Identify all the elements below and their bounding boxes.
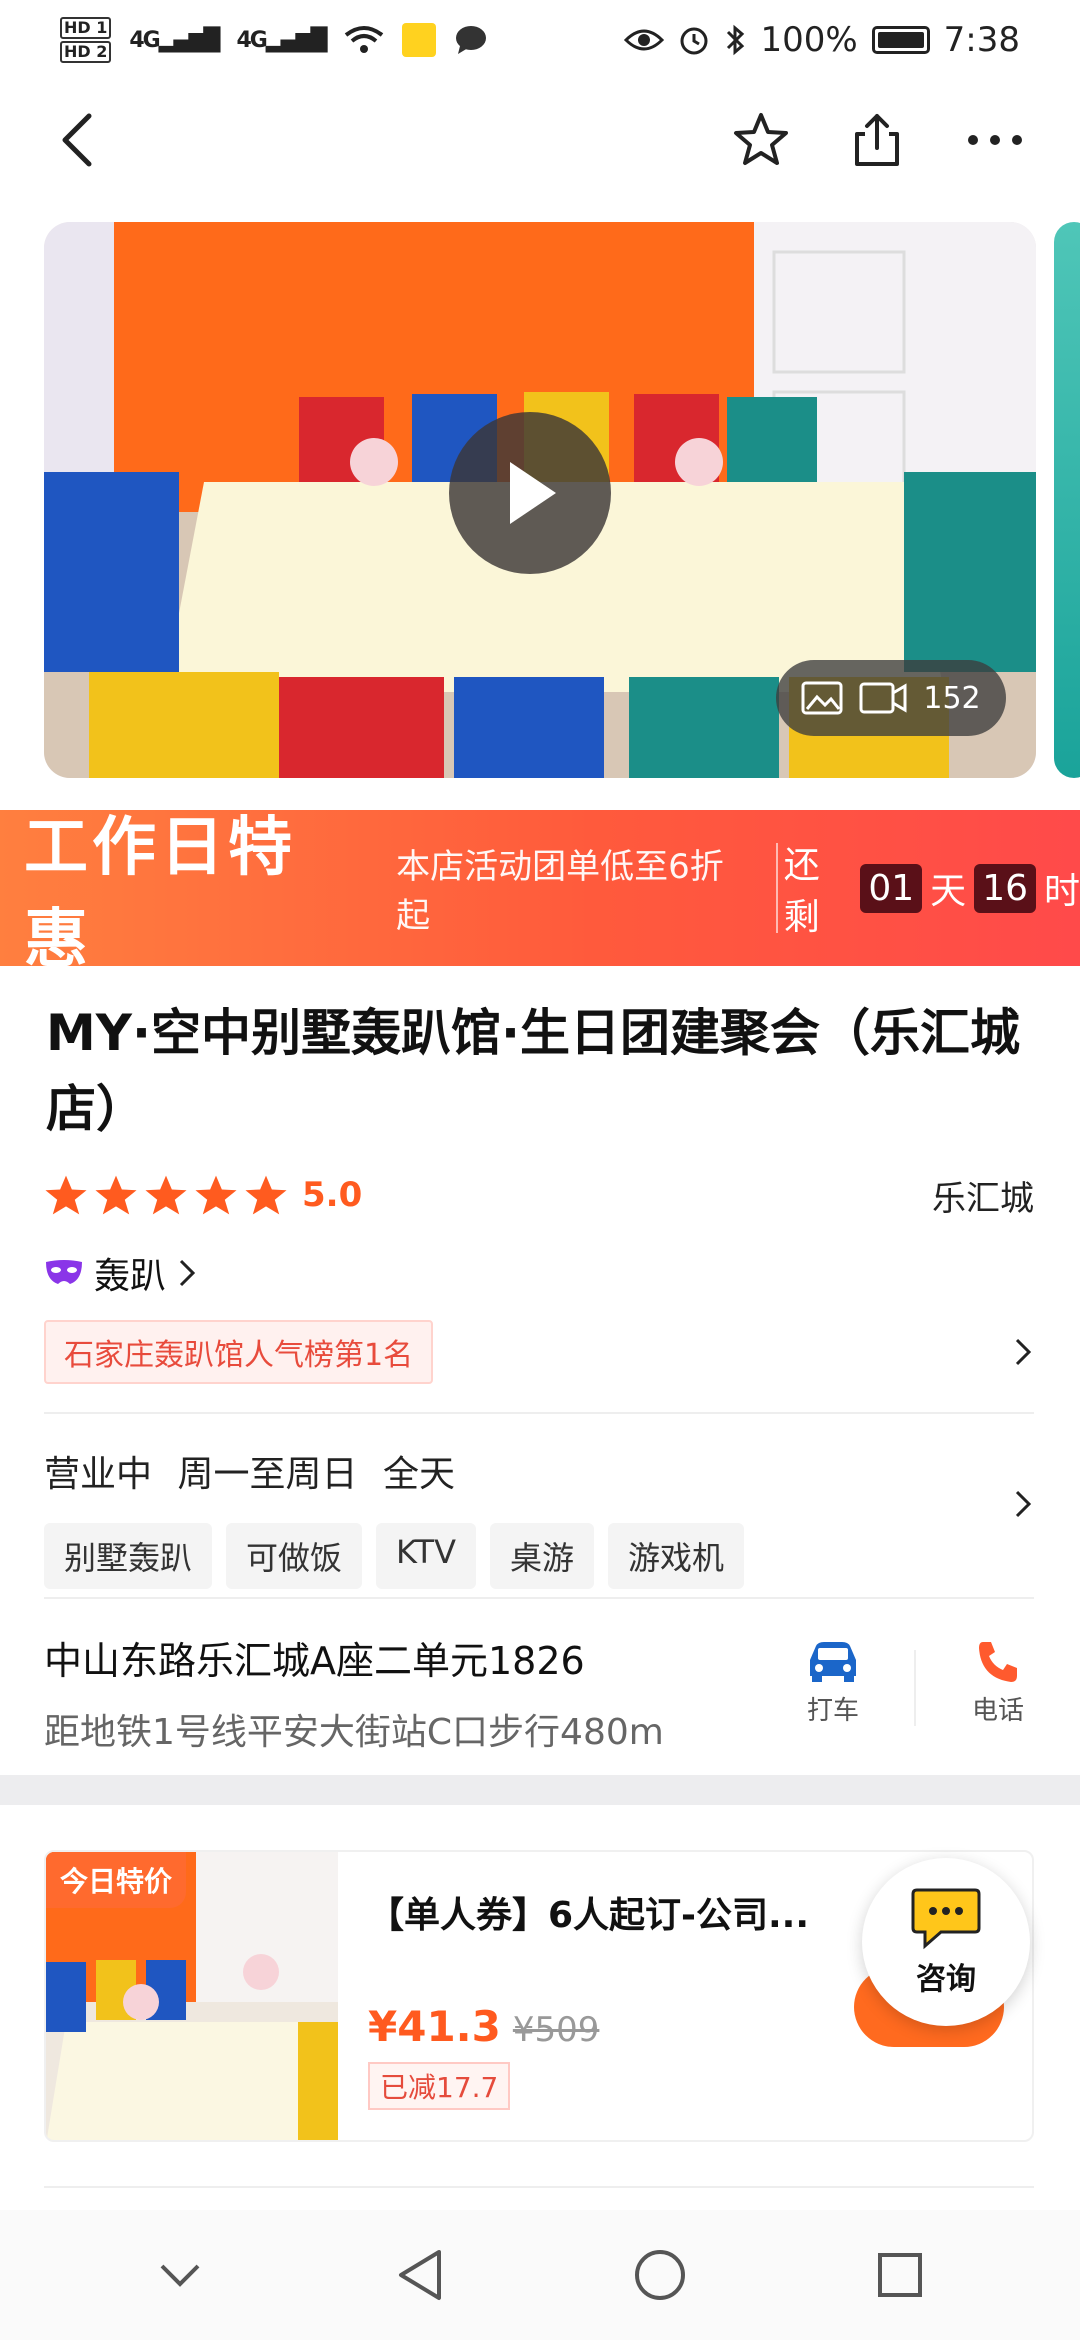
taxi-label: 打车 <box>806 1696 859 1726</box>
car-icon <box>810 1642 856 1682</box>
countdown-days: 01 <box>860 863 923 913</box>
more-icon[interactable] <box>950 95 1040 185</box>
divider <box>914 1650 916 1726</box>
countdown-hours: 16 <box>974 863 1036 913</box>
promo-subtitle: 本店活动团单低至6折起 <box>396 847 724 936</box>
category-link[interactable]: 轰趴 <box>44 1245 198 1301</box>
battery-percent: 100% <box>760 20 858 60</box>
facility-tag: 游戏机 <box>607 1523 744 1589</box>
phone-button[interactable]: 电话 <box>972 1638 1024 1727</box>
top-nav <box>0 95 1080 185</box>
photo-icon <box>801 681 843 715</box>
countdown-days-unit: 天 <box>930 871 967 912</box>
media-count: 152 <box>923 680 981 716</box>
facility-tag: 桌游 <box>489 1523 594 1589</box>
nav-collapse-button[interactable] <box>135 2230 225 2320</box>
chevron-right-icon <box>1015 1338 1032 1366</box>
video-icon <box>859 682 907 714</box>
hd1-indicator: HD 1 <box>60 17 112 39</box>
eye-icon <box>624 29 665 51</box>
rank-tag: 石家庄轰趴馆人气榜第1名 <box>44 1320 434 1384</box>
bluetooth-icon <box>727 24 745 56</box>
nav-back-button[interactable] <box>375 2230 465 2320</box>
wifi-icon <box>344 26 383 53</box>
business-hours[interactable]: 营业中 周一至周日 全天 别墅轰趴 可做饭 KTV 桌游 游戏机 <box>44 1445 1034 1589</box>
rating-row: 5.0 乐汇城 <box>44 1170 1034 1220</box>
address-line: 中山东路乐汇城A座二单元1826 <box>44 1639 585 1683</box>
status-bar: HD 1 HD 2 4G▂▄▆█ 4G▂▄▆█ 100% 7:38 <box>0 0 1080 80</box>
rating-stars: 5.0 <box>44 1174 362 1216</box>
taxi-button[interactable]: 打车 <box>804 1638 862 1727</box>
discount-tag: 已减17.7 <box>368 2062 511 2110</box>
nav-home-button[interactable] <box>615 2230 705 2320</box>
battery-icon <box>871 26 930 54</box>
promo-divider <box>775 843 778 933</box>
star-icon <box>245 1175 287 1215</box>
star-icon <box>95 1175 137 1215</box>
next-image-peek[interactable] <box>1054 222 1080 778</box>
share-icon[interactable] <box>832 95 922 185</box>
play-icon <box>510 462 556 524</box>
star-icon <box>145 1175 187 1215</box>
open-days: 周一至周日 <box>177 1454 358 1495</box>
app-notification-icon <box>401 23 436 57</box>
consult-button[interactable]: 咨询 <box>862 1858 1030 2026</box>
hours-text: 营业中 周一至周日 全天 <box>44 1445 1034 1497</box>
hero-video[interactable]: 152 <box>44 222 1036 778</box>
facility-tags: 别墅轰趴 可做饭 KTV 桌游 游戏机 <box>44 1523 1034 1589</box>
phone-icon <box>979 1642 1017 1682</box>
section-gap <box>0 1775 1080 1805</box>
countdown-label: 还剩 <box>783 845 820 938</box>
mask-icon <box>46 1260 82 1284</box>
price-now: ¥41.3 <box>368 2002 501 2051</box>
today-special-badge: 今日特价 <box>46 1852 187 1908</box>
signal-icon-2: 4G▂▄▆█ <box>236 27 327 53</box>
category-label: 轰趴 <box>94 1256 167 1297</box>
rank-row[interactable]: 石家庄轰趴馆人气榜第1名 <box>44 1320 1034 1384</box>
facility-tag: 可做饭 <box>226 1523 363 1589</box>
home-circle-icon <box>635 2250 685 2300</box>
back-icon[interactable] <box>32 95 122 185</box>
chevron-right-icon <box>179 1259 196 1287</box>
countdown: 还剩 01 天 16 时 <box>784 836 1080 940</box>
phone-label: 电话 <box>972 1696 1025 1726</box>
divider <box>44 2186 1034 2188</box>
chevron-right-icon <box>1015 1490 1032 1518</box>
countdown-hours-unit: 时 <box>1044 871 1080 912</box>
divider <box>44 1597 1034 1599</box>
promo-banner[interactable]: 工作日特惠 本店活动团单低至6折起 还剩 01 天 16 时 <box>0 810 1080 977</box>
back-triangle-icon <box>399 2250 441 2300</box>
favorite-star-icon[interactable] <box>716 95 806 185</box>
star-icon <box>45 1175 87 1215</box>
shop-area[interactable]: 乐汇城 <box>932 1171 1034 1220</box>
deal-title: 【单人券】6人起订-公司... <box>368 1895 810 1936</box>
price-original: ¥509 <box>512 2010 600 2050</box>
chat-icon <box>911 1888 981 1950</box>
media-count-badge[interactable]: 152 <box>776 660 1006 736</box>
metro-distance: 距地铁1号线平安大街站C口步行480m <box>44 1712 664 1753</box>
star-icon <box>195 1175 237 1215</box>
signal-icon: 4G▂▄▆█ <box>129 27 220 53</box>
nav-recents-button[interactable] <box>855 2230 945 2320</box>
deal-price: ¥41.3 ¥509 <box>368 2002 599 2051</box>
facility-tag: KTV <box>376 1523 476 1589</box>
open-time: 全天 <box>382 1454 455 1495</box>
hd2-indicator: HD 2 <box>60 41 112 63</box>
consult-label: 咨询 <box>916 1962 976 1997</box>
shop-title: MY·空中别墅轰趴馆·生日团建聚会（乐汇城店） <box>46 1004 1020 1138</box>
address-block[interactable]: 中山东路乐汇城A座二单元1826 距地铁1号线平安大街站C口步行480m 打车 … <box>44 1630 1034 1760</box>
alarm-icon <box>680 27 708 55</box>
promo-title: 工作日特惠 <box>24 811 296 977</box>
divider <box>44 1412 1034 1414</box>
rating-score: 5.0 <box>302 1175 363 1215</box>
recents-square-icon <box>878 2253 922 2297</box>
play-button[interactable] <box>449 412 611 574</box>
deal-image: 今日特价 <box>46 1852 338 2140</box>
system-nav-bar <box>0 2210 1080 2340</box>
facility-tag: 别墅轰趴 <box>44 1523 213 1589</box>
clock-time: 7:38 <box>943 20 1020 60</box>
message-icon <box>455 26 486 54</box>
chevron-down-icon <box>160 2264 200 2287</box>
open-status: 营业中 <box>44 1454 153 1495</box>
